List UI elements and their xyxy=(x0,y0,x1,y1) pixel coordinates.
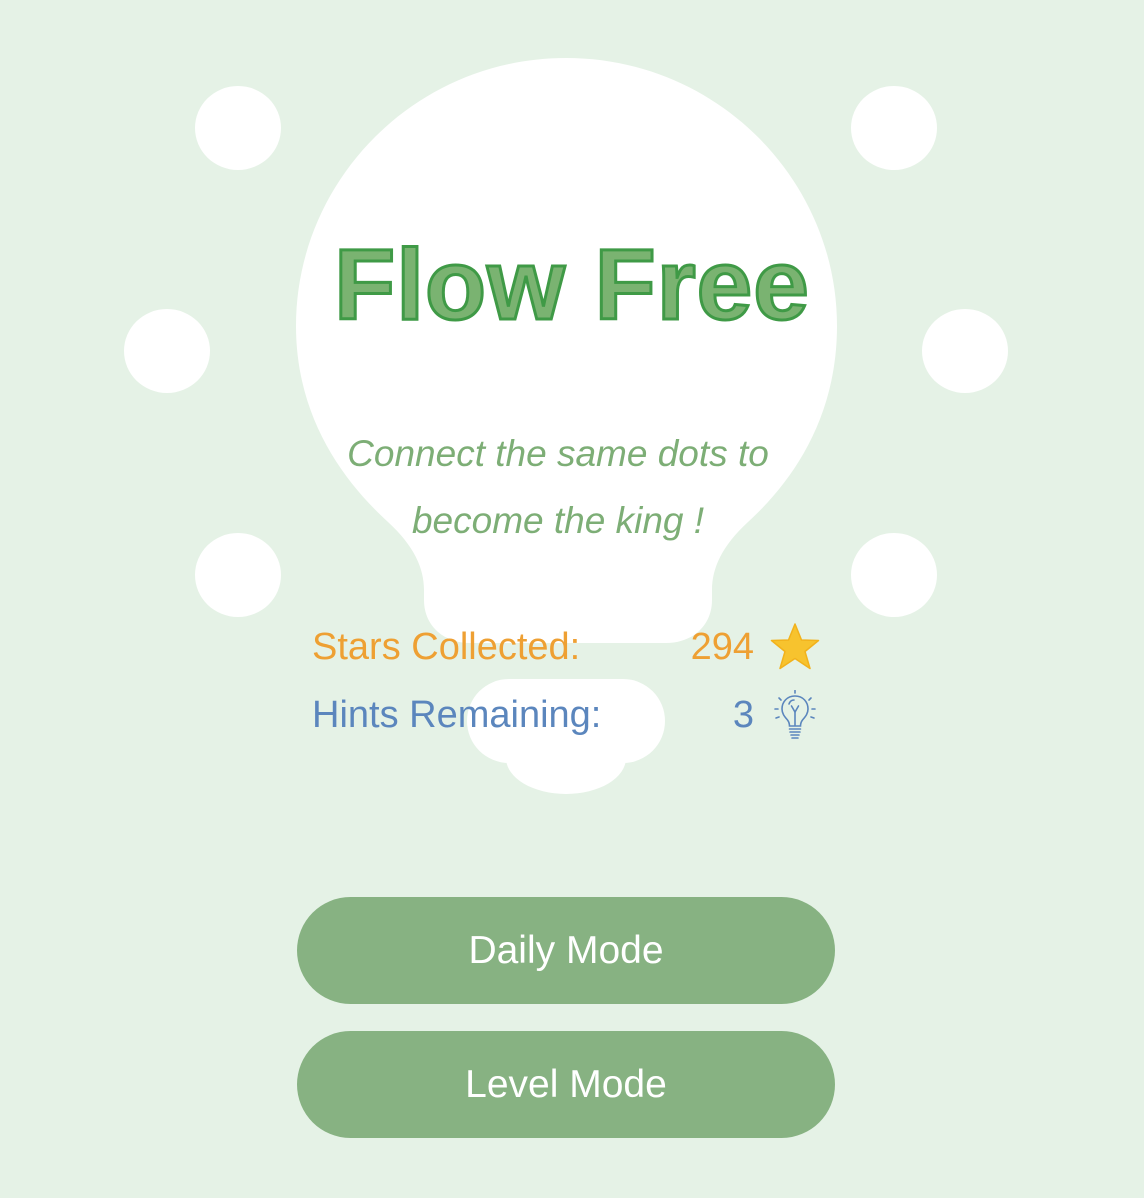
tagline-line-1: Connect the same dots to xyxy=(347,433,769,474)
app-title: Flow Free xyxy=(333,228,811,343)
tagline: Connect the same dots to become the king… xyxy=(0,420,1116,554)
hints-remaining-value: 3 xyxy=(732,694,754,736)
level-mode-button[interactable]: Level Mode xyxy=(297,1031,835,1138)
star-icon xyxy=(770,623,820,670)
tagline-line-2: become the king ! xyxy=(411,500,705,541)
stars-collected-value: 294 xyxy=(690,626,754,668)
stars-collected-label: Stars Collected: xyxy=(312,626,581,668)
daily-mode-button[interactable]: Daily Mode xyxy=(297,897,835,1004)
lightbulb-background-icon xyxy=(296,58,837,794)
hints-remaining-label: Hints Remaining: xyxy=(312,694,602,736)
hints-remaining-row: Hints Remaining: 3 xyxy=(312,690,822,746)
main-menu-screen: Flow Free Connect the same dots to becom… xyxy=(0,0,1144,1198)
stars-collected-row: Stars Collected: 294 xyxy=(312,622,822,678)
lightbulb-icon xyxy=(774,690,816,739)
